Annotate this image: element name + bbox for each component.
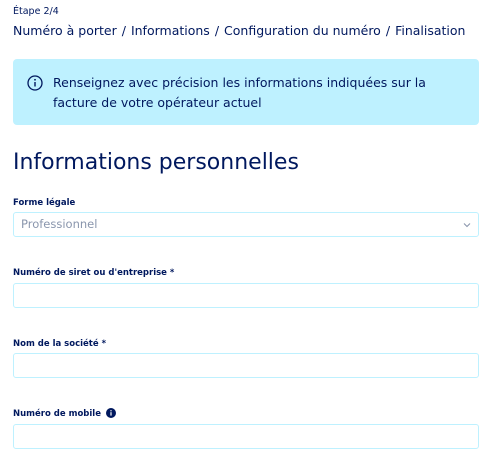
step-indicator: Étape 2/4	[13, 6, 59, 17]
company-name-input[interactable]	[13, 353, 479, 378]
breadcrumb-item-informations: Informations	[130, 23, 210, 38]
siret-label: Numéro de siret ou d'entreprise *	[13, 268, 175, 278]
info-circle-icon	[27, 75, 43, 91]
legal-form-value: Professionnel	[21, 217, 98, 231]
alert-message: Renseignez avec précision les informatio…	[53, 75, 426, 110]
chevron-down-icon	[463, 223, 471, 228]
legal-form-select[interactable]: Professionnel	[13, 212, 479, 237]
mobile-label-row: Numéro de mobile	[13, 407, 116, 419]
mobile-label: Numéro de mobile	[13, 409, 101, 419]
breadcrumb-item-numero[interactable]: Numéro à porter	[13, 23, 117, 38]
breadcrumb: Numéro à porter / Informations / Configurati…	[13, 23, 465, 38]
page: Étape 2/4 Numéro à porter / Informations / C…	[0, 0, 492, 461]
mobile-input[interactable]	[13, 424, 479, 449]
siret-input[interactable]	[13, 283, 479, 308]
breadcrumb-separator: /	[385, 23, 391, 38]
section-title: Informations personnelles	[13, 150, 299, 175]
breadcrumb-item-configuration: Configuration du numéro	[224, 23, 381, 38]
breadcrumb-separator: /	[121, 23, 126, 38]
company-name-label: Nom de la société *	[13, 339, 107, 349]
legal-form-label: Forme légale	[13, 198, 76, 208]
breadcrumb-separator: /	[214, 23, 220, 38]
breadcrumb-item-finalisation: Finalisation	[395, 23, 466, 38]
info-alert: Renseignez avec précision les informatio…	[13, 59, 479, 125]
info-icon[interactable]	[105, 407, 116, 418]
